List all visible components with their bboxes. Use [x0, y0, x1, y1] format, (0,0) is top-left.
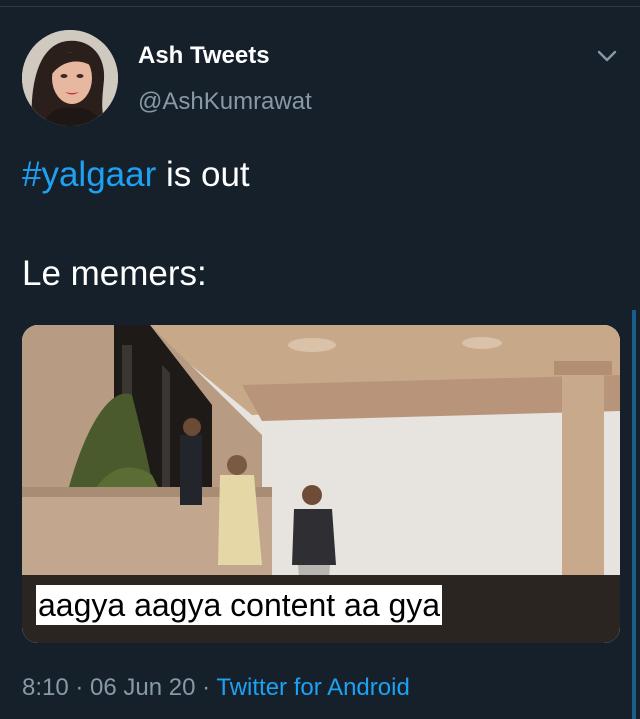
avatar[interactable] — [22, 30, 118, 126]
tweet-media-image[interactable]: aagya aagya content aa gya — [22, 325, 620, 643]
author-handle[interactable]: @AshKumrawat — [138, 88, 312, 116]
author-display-name[interactable]: Ash Tweets — [138, 42, 270, 70]
hashtag-link[interactable]: #yalgaar — [22, 155, 156, 194]
chevron-down-icon[interactable] — [596, 48, 618, 64]
avatar-photo — [22, 30, 118, 126]
meta-separator: · — [68, 674, 91, 701]
meta-separator: · — [195, 674, 217, 701]
tweet-text-line2: Le memers: — [22, 254, 207, 293]
top-divider — [0, 6, 640, 7]
tweet-source-link[interactable]: Twitter for Android — [216, 674, 409, 701]
tweet-time[interactable]: 8:10 — [22, 674, 69, 701]
tweet-text-line: #yalgaar is out — [22, 155, 250, 195]
meme-caption: aagya aagya content aa gya — [36, 585, 443, 625]
tweet-date[interactable]: 06 Jun 20 — [90, 674, 195, 701]
scrollbar[interactable] — [632, 310, 636, 719]
tweet-text-rest: is out — [156, 155, 250, 194]
tweet-meta: 8:10 · 06 Jun 20 · Twitter for Android — [22, 674, 410, 702]
